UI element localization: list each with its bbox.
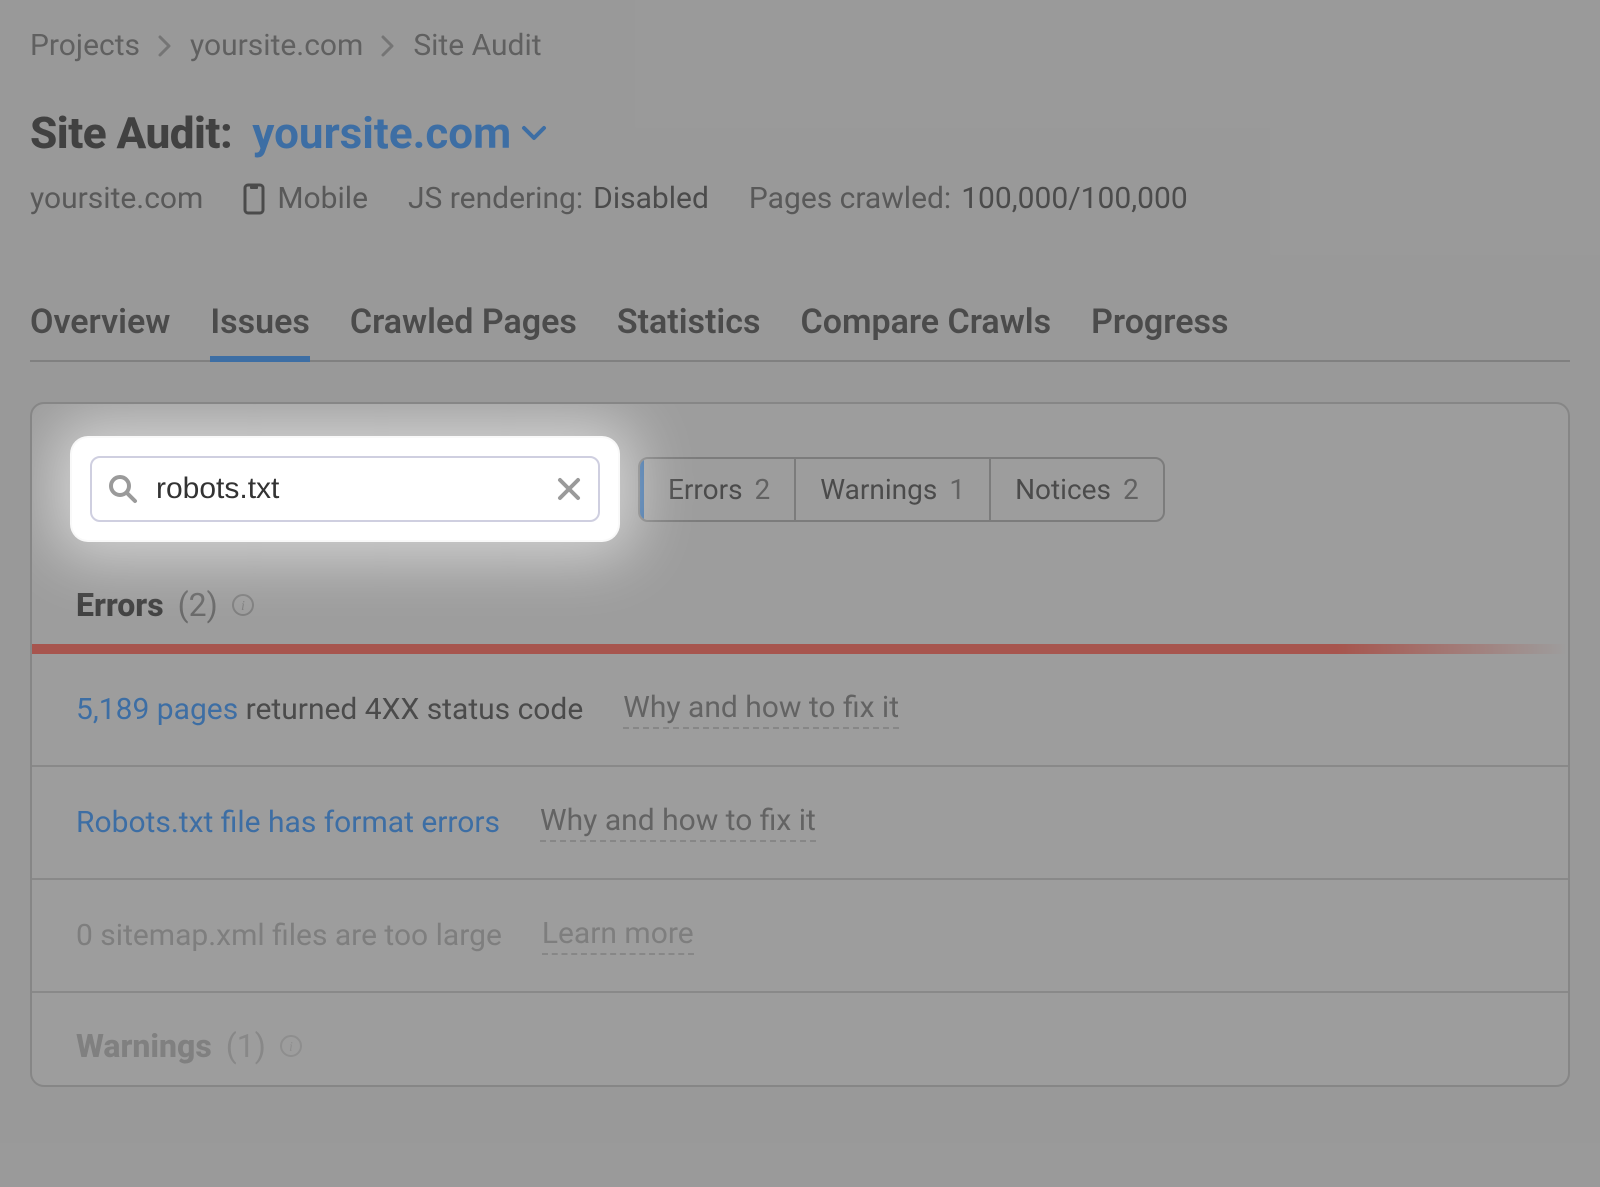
search-input-wrap <box>90 456 600 522</box>
meta-js-value: Disabled <box>593 181 709 216</box>
domain-dropdown[interactable]: yoursite.com <box>252 107 547 159</box>
filter-notices-count: 2 <box>1123 473 1139 506</box>
breadcrumb: Projects yoursite.com Site Audit <box>30 28 1570 63</box>
clear-button[interactable] <box>556 476 582 502</box>
search-input[interactable] <box>154 471 556 507</box>
tab-crawled-pages[interactable]: Crawled Pages <box>350 302 577 360</box>
tabs: Overview Issues Crawled Pages Statistics… <box>30 302 1570 362</box>
meta-crawled-label: Pages crawled: <box>749 181 951 216</box>
fix-link[interactable]: Learn more <box>542 916 694 955</box>
section-warnings-count: (1) <box>226 1027 266 1065</box>
page-title: Site Audit: <box>30 107 232 159</box>
filter-warnings[interactable]: Warnings 1 <box>796 459 991 520</box>
filter-errors-label: Errors <box>668 473 743 506</box>
section-warnings-head: Warnings (1) i <box>32 993 1568 1085</box>
tab-progress[interactable]: Progress <box>1091 302 1228 360</box>
tab-issues[interactable]: Issues <box>210 302 310 360</box>
issue-row[interactable]: Robots.txt file has format errors Why an… <box>32 767 1568 880</box>
tab-compare-crawls[interactable]: Compare Crawls <box>800 302 1051 360</box>
chevron-down-icon <box>521 125 547 141</box>
pages-link[interactable]: 5,189 pages <box>76 692 238 727</box>
meta-domain: yoursite.com <box>30 181 203 216</box>
issue-tail: returned 4XX status code <box>238 692 583 727</box>
issue-text: 0 sitemap.xml files are too large <box>76 918 502 953</box>
search-icon <box>108 474 138 504</box>
filter-errors-count: 2 <box>755 473 771 506</box>
issue-text: 5,189 pages returned 4XX status code <box>76 692 583 727</box>
chevron-right-icon <box>158 35 172 57</box>
issue-row[interactable]: 5,189 pages returned 4XX status code Why… <box>32 654 1568 767</box>
issues-card: Errors 2 Warnings 1 Notices 2 Errors (2)… <box>30 402 1570 1087</box>
filter-warnings-count: 1 <box>949 473 965 506</box>
section-errors-count: (2) <box>178 586 218 624</box>
section-errors-head: Errors (2) i <box>32 564 1568 644</box>
issue-row[interactable]: 0 sitemap.xml files are too large Learn … <box>32 880 1568 993</box>
svg-text:i: i <box>241 599 245 614</box>
meta-crawled-value: 100,000/100,000 <box>961 181 1188 216</box>
filter-errors[interactable]: Errors 2 <box>640 459 796 520</box>
issue-link[interactable]: Robots.txt file has format errors <box>76 805 500 840</box>
domain-name: yoursite.com <box>252 107 511 159</box>
breadcrumb-item-audit[interactable]: Site Audit <box>413 28 541 63</box>
svg-text:i: i <box>289 1040 293 1055</box>
breadcrumb-item-projects[interactable]: Projects <box>30 28 140 63</box>
info-icon[interactable]: i <box>280 1035 302 1057</box>
tab-statistics[interactable]: Statistics <box>617 302 761 360</box>
fix-link[interactable]: Why and how to fix it <box>540 803 816 842</box>
meta-js-label: JS rendering: <box>408 181 583 216</box>
filter-warnings-label: Warnings <box>820 473 937 506</box>
info-icon[interactable]: i <box>232 594 254 616</box>
errors-severity-bar <box>32 644 1568 654</box>
filter-chips: Errors 2 Warnings 1 Notices 2 <box>638 457 1165 522</box>
filter-notices-label: Notices <box>1015 473 1111 506</box>
mobile-icon <box>243 183 265 215</box>
close-icon <box>556 476 582 502</box>
chevron-right-icon <box>381 35 395 57</box>
tab-overview[interactable]: Overview <box>30 302 170 360</box>
filter-notices[interactable]: Notices 2 <box>991 459 1163 520</box>
fix-link[interactable]: Why and how to fix it <box>623 690 899 729</box>
meta-bar: yoursite.com Mobile JS rendering: Disabl… <box>30 181 1570 216</box>
issue-text: Robots.txt file has format errors <box>76 805 500 840</box>
meta-device: Mobile <box>277 181 368 216</box>
section-warnings-name: Warnings <box>76 1027 212 1065</box>
breadcrumb-item-site[interactable]: yoursite.com <box>190 28 363 63</box>
section-errors-name: Errors <box>76 586 164 624</box>
search-highlight <box>72 438 618 540</box>
